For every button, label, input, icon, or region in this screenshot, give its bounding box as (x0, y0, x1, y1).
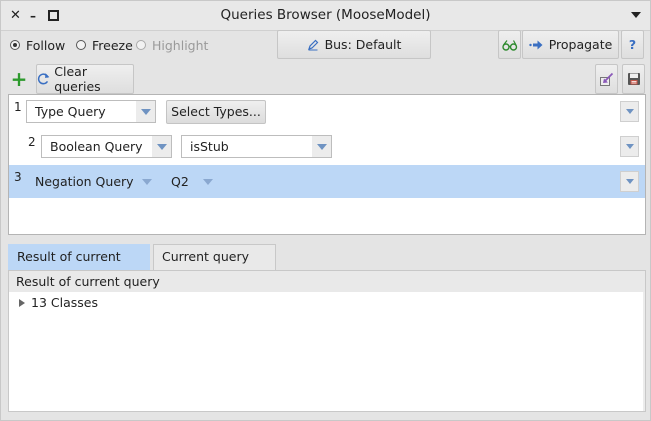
tree-item[interactable]: 13 Classes (19, 295, 98, 310)
query-row-1[interactable]: 1 Type Query Select Types... (9, 95, 645, 128)
highlight-radio[interactable]: Highlight (136, 37, 208, 53)
floppy-icon (627, 73, 640, 85)
add-query-button[interactable]: + (8, 67, 30, 91)
query-type-dropdown[interactable]: Negation Query (26, 170, 157, 193)
propagate-label: Propagate (548, 37, 613, 52)
select-types-button[interactable]: Select Types... (166, 100, 266, 124)
pencil-icon (307, 39, 318, 50)
queries-panel: 1 Type Query Select Types... 2 Boolean Q… (8, 94, 646, 235)
chevron-down-icon[interactable] (136, 101, 155, 122)
query-type-dropdown[interactable]: Boolean Query (41, 135, 172, 158)
chevron-down-icon[interactable] (198, 171, 217, 192)
subquery-dropdown[interactable]: Q2 (162, 170, 218, 193)
query-row-2[interactable]: 2 Boolean Query isStub (9, 130, 645, 163)
help-button[interactable]: ? (621, 30, 644, 59)
radio-checked-icon (10, 40, 20, 50)
chevron-down-icon[interactable] (312, 136, 331, 157)
row-menu-icon[interactable] (620, 136, 639, 157)
clear-queries-label: Clear queries (54, 64, 101, 94)
subquery-value: Q2 (171, 174, 189, 189)
tab-code[interactable]: Current query code (153, 244, 276, 288)
query-number: 2 (28, 135, 36, 149)
query-type-value: Negation Query (35, 174, 134, 189)
import-button[interactable] (595, 64, 618, 94)
query-number: 3 (14, 170, 22, 184)
queries-browser-window: ✕ – Queries Browser (MooseModel) Follow … (0, 0, 651, 421)
query-row-3[interactable]: 3 Negation Query Q2 (9, 165, 645, 198)
query-type-value: Boolean Query (50, 139, 143, 154)
save-button[interactable] (622, 64, 645, 94)
radio-icon (136, 40, 146, 50)
glasses-icon (501, 39, 517, 51)
clear-queries-button[interactable]: Clear queries (36, 64, 134, 94)
propagate-button[interactable]: Propagate (522, 30, 619, 59)
follow-radio[interactable]: Follow (10, 37, 65, 53)
bus-button[interactable]: Bus: Default (277, 30, 431, 59)
window-title: Queries Browser (MooseModel) (220, 7, 431, 23)
property-value: isStub (190, 139, 229, 154)
follow-label: Follow (26, 37, 66, 53)
tree-item-label: 13 Classes (31, 295, 98, 310)
result-panel: Result of current query 13 Classes (8, 270, 646, 412)
arrow-right-icon (528, 40, 543, 49)
freeze-radio[interactable]: Freeze (76, 37, 133, 53)
tab-result[interactable]: Result of current query (8, 244, 150, 288)
query-number: 1 (14, 100, 22, 114)
chevron-down-icon[interactable] (137, 171, 156, 192)
query-type-dropdown[interactable]: Type Query (26, 100, 156, 123)
radio-icon (76, 40, 86, 50)
highlight-label: Highlight (152, 37, 209, 53)
property-dropdown[interactable]: isStub (181, 135, 332, 158)
row-menu-icon[interactable] (620, 101, 639, 122)
window-menu-icon[interactable] (631, 12, 641, 18)
freeze-label: Freeze (92, 37, 133, 53)
expand-triangle-icon[interactable] (19, 298, 25, 307)
import-icon (600, 72, 614, 86)
scrollbar[interactable] (643, 292, 645, 411)
title-bar[interactable]: ✕ – Queries Browser (MooseModel) (1, 1, 650, 31)
inspect-button[interactable] (498, 30, 521, 59)
result-header: Result of current query (9, 271, 645, 292)
bus-label: Bus: Default (324, 37, 402, 52)
refresh-icon (37, 73, 50, 85)
chevron-down-icon[interactable] (152, 136, 171, 157)
query-type-value: Type Query (35, 104, 106, 119)
row-menu-icon[interactable] (620, 171, 639, 192)
